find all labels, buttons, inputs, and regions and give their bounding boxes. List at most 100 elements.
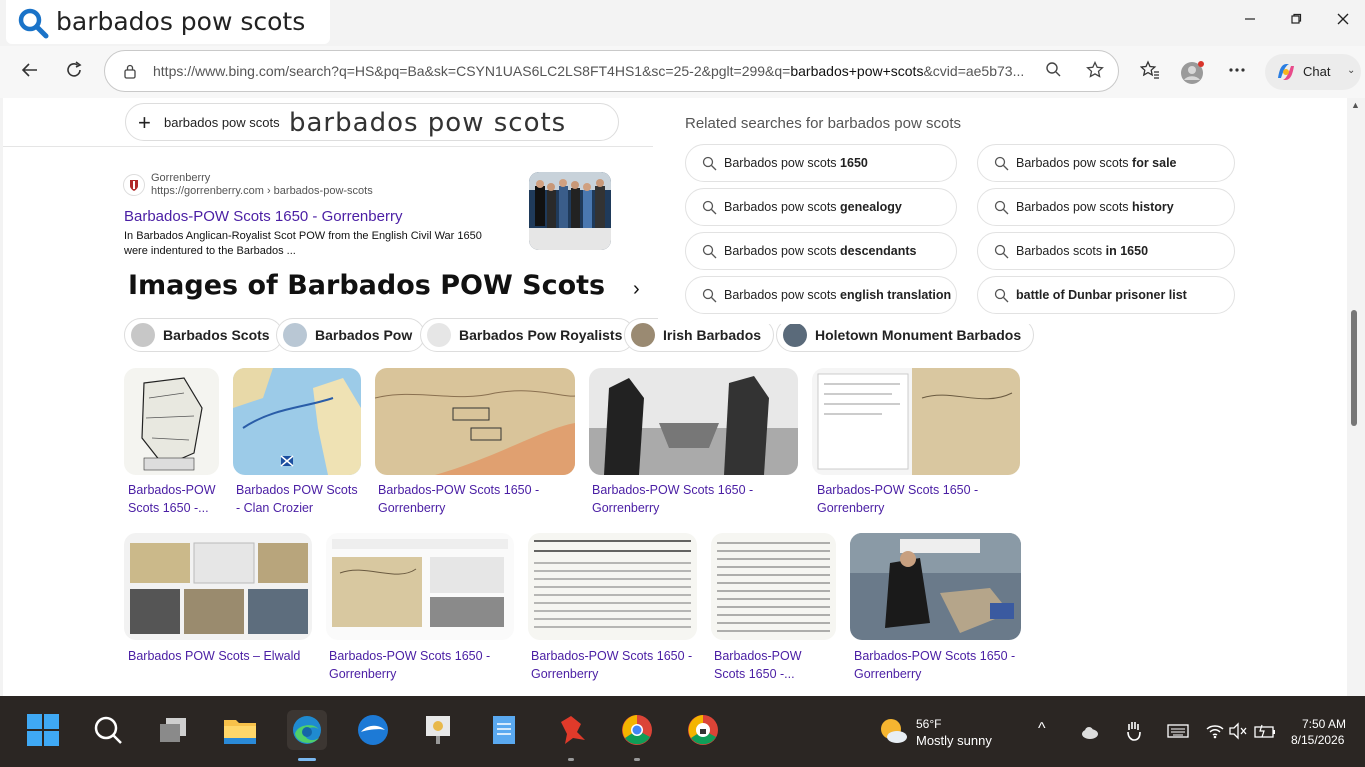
keyboard-icon[interactable] [1167, 722, 1189, 740]
image-chip-barbados-pow[interactable]: Barbados Pow [276, 318, 426, 352]
chip-thumbnail [283, 323, 307, 347]
chrome-icon[interactable] [617, 710, 657, 750]
chevron-up-icon[interactable]: ^ [1038, 720, 1046, 738]
notepad-icon[interactable] [484, 710, 524, 750]
chip-label: Barbados Scots [163, 327, 270, 343]
chip-label: Irish Barbados [663, 327, 762, 343]
weather-temp[interactable]: 56°F [916, 717, 941, 731]
weather-description[interactable]: Mostly sunny [916, 733, 992, 748]
favorites-button[interactable] [1137, 60, 1163, 86]
close-button[interactable] [1331, 10, 1355, 34]
image-result[interactable] [812, 368, 1020, 475]
active-indicator [298, 758, 316, 761]
clock-date[interactable]: 8/15/2026 [1291, 733, 1344, 747]
result-thumbnail[interactable] [529, 172, 611, 250]
app-icon-blue-circle[interactable] [353, 710, 393, 750]
app-icon-red-mascot[interactable] [551, 710, 591, 750]
address-bar[interactable]: https://www.bing.com/search?q=HS&pq=Ba&s… [104, 50, 1119, 92]
avatar-icon [1181, 61, 1204, 84]
image-chip-barbados-pow-royalists[interactable]: Barbados Pow Royalists [420, 318, 636, 352]
result-title-link[interactable]: Barbados-POW Scots 1650 - Gorrenberry [124, 208, 402, 225]
back-button[interactable] [17, 60, 43, 86]
image-caption[interactable]: Barbados-POW Scots 1650 - Gorrenberry [378, 481, 578, 517]
chip-thumbnail [131, 323, 155, 347]
search-tab[interactable]: barbados pow scots [6, 0, 330, 44]
site-favicon [123, 174, 145, 196]
chip-thumbnail [427, 323, 451, 347]
search-icon [702, 200, 717, 215]
image-result[interactable] [124, 533, 312, 640]
related-search-item[interactable]: Barbados pow scots english translation [685, 276, 957, 314]
image-caption[interactable]: Barbados POW Scots - Clan Crozier [236, 481, 362, 517]
related-search-item[interactable]: Barbados pow scots genealogy [685, 188, 957, 226]
volume-muted-icon[interactable] [1228, 722, 1248, 740]
scrollbar-thumb[interactable] [1351, 310, 1357, 426]
running-indicator [634, 758, 640, 761]
image-caption[interactable]: Barbados-POW Scots 1650 - Gorrenberry [817, 481, 1017, 517]
chevron-right-icon[interactable]: › [633, 278, 640, 301]
image-result[interactable] [326, 533, 514, 640]
search-icon [702, 156, 717, 171]
copilot-chat-button[interactable]: Chat ⌄ [1265, 54, 1361, 90]
address-url[interactable]: https://www.bing.com/search?q=HS&pq=Ba&s… [153, 63, 1033, 79]
image-caption[interactable]: Barbados-POW Scots 1650 -... [128, 481, 223, 517]
image-result[interactable] [124, 368, 219, 475]
image-caption[interactable]: Barbados-POW Scots 1650 - Gorrenberry [854, 647, 1024, 683]
windows-start-icon[interactable] [23, 710, 63, 750]
related-search-item[interactable]: Barbados pow scots for sale [977, 144, 1235, 182]
image-result[interactable] [528, 533, 697, 640]
result-site-url[interactable]: https://gorrenberry.com › barbados-pow-s… [151, 185, 373, 197]
image-result[interactable] [850, 533, 1021, 640]
related-search-item[interactable]: battle of Dunbar prisoner list [977, 276, 1235, 314]
image-result[interactable] [233, 368, 361, 475]
search-icon [702, 288, 717, 303]
image-result[interactable] [711, 533, 836, 640]
chip-label: Holetown Monument Barbados [815, 327, 1022, 343]
app-icon-presentation[interactable] [418, 710, 458, 750]
search-icon [994, 244, 1009, 259]
image-chip-barbados-scots[interactable]: Barbados Scots [124, 318, 283, 352]
page-content: + barbados pow scots barbados pow scots … [3, 98, 1347, 696]
title-bar: barbados pow scots [0, 0, 1365, 46]
search-icon [18, 8, 49, 39]
edge-browser-icon[interactable] [287, 710, 327, 750]
tab-search-text: barbados pow scots [56, 7, 306, 36]
image-result[interactable] [589, 368, 798, 475]
profile-button[interactable] [1180, 60, 1206, 86]
minimize-button[interactable] [1238, 10, 1262, 34]
clock-time[interactable]: 7:50 AM [1302, 717, 1346, 731]
zoom-search-icon[interactable] [1043, 61, 1063, 81]
more-options-button[interactable] [1224, 60, 1250, 86]
wifi-icon[interactable] [1205, 722, 1225, 740]
scroll-up-arrow-icon[interactable]: ▲ [1351, 100, 1360, 110]
favorites-icon [1139, 60, 1159, 79]
plus-icon[interactable]: + [138, 110, 151, 136]
related-search-item[interactable]: Barbados pow scots history [977, 188, 1235, 226]
vertical-scrollbar[interactable]: ▲ [1347, 98, 1365, 696]
cloud-icon[interactable] [1080, 722, 1100, 742]
related-search-item[interactable]: Barbados pow scots 1650 [685, 144, 957, 182]
chrome-lock-icon[interactable] [683, 710, 723, 750]
related-search-item[interactable]: Barbados scots in 1650 [977, 232, 1235, 270]
image-caption[interactable]: Barbados POW Scots – Elwald [128, 647, 316, 665]
restore-button[interactable] [1284, 10, 1308, 34]
result-snippet: In Barbados Anglican-Royalist Scot POW f… [124, 230, 482, 257]
hand-icon[interactable] [1124, 720, 1144, 742]
image-result[interactable] [375, 368, 575, 475]
file-explorer-icon[interactable] [220, 710, 260, 750]
image-caption[interactable]: Barbados-POW Scots 1650 -... [714, 647, 836, 683]
task-view-icon[interactable] [154, 710, 194, 750]
navigation-bar: https://www.bing.com/search?q=HS&pq=Ba&s… [0, 46, 1365, 98]
battery-icon[interactable] [1254, 722, 1276, 740]
refresh-button[interactable] [61, 60, 87, 86]
images-heading[interactable]: Images of Barbados POW Scots [128, 270, 605, 301]
weather-icon[interactable] [876, 714, 910, 748]
image-caption[interactable]: Barbados-POW Scots 1650 - Gorrenberry [531, 647, 696, 683]
image-caption[interactable]: Barbados-POW Scots 1650 - Gorrenberry [592, 481, 792, 517]
related-search-item[interactable]: Barbados pow scots descendants [685, 232, 957, 270]
favorite-star-icon[interactable] [1085, 60, 1105, 81]
chip-thumbnail [631, 323, 655, 347]
search-pill[interactable]: + barbados pow scots barbados pow scots [125, 103, 619, 141]
taskbar-search-icon[interactable] [88, 710, 128, 750]
image-caption[interactable]: Barbados-POW Scots 1650 - Gorrenberry [329, 647, 519, 683]
